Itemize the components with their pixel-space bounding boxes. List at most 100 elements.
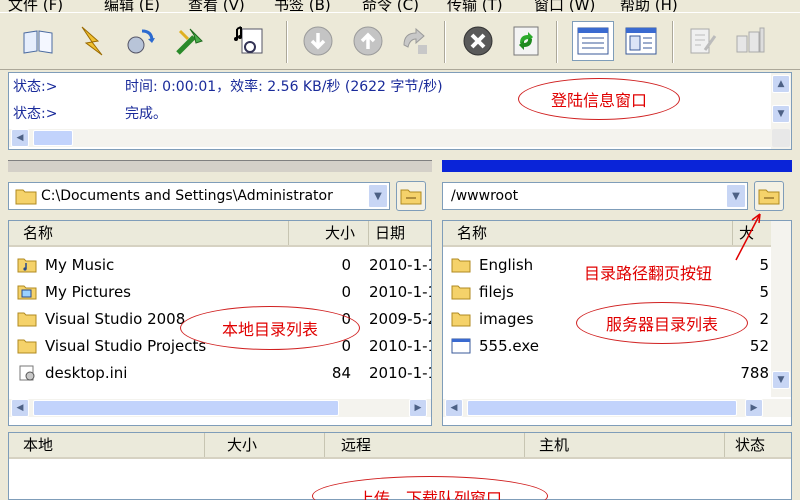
edit-document-icon[interactable] <box>684 23 720 59</box>
settings-file-icon <box>19 365 35 381</box>
chevron-down-icon[interactable]: ▼ <box>368 184 388 208</box>
file-size: 0 <box>341 256 351 274</box>
file-size: 84 <box>331 364 351 382</box>
log-horizontal-scrollbar[interactable]: ◀ <box>9 129 771 147</box>
scroll-thumb[interactable] <box>33 400 339 416</box>
column-header-name[interactable]: 名称 <box>9 221 289 245</box>
disconnect-icon[interactable] <box>172 23 208 59</box>
table-row[interactable]: 788 <box>443 360 791 387</box>
scroll-left-icon[interactable]: ◀ <box>445 399 463 417</box>
stop-icon[interactable] <box>460 23 496 59</box>
local-horizontal-scrollbar[interactable]: ◀ ▶ <box>9 399 431 417</box>
menu-window[interactable]: 窗口 (W) <box>534 0 595 12</box>
toolbar <box>0 12 800 70</box>
file-date: 2009-5-2 <box>369 310 432 328</box>
log-label: 状态:> <box>13 79 58 95</box>
pictures-folder-icon <box>17 285 37 300</box>
column-header-date[interactable]: 日期 <box>369 221 431 245</box>
toolbar-separator <box>672 21 674 63</box>
file-name: My Pictures <box>45 283 131 301</box>
folder-icon <box>15 189 37 205</box>
connect-lightning-icon[interactable] <box>74 23 110 59</box>
scroll-up-icon[interactable]: ▲ <box>772 75 790 93</box>
toolbar-separator <box>556 21 558 63</box>
toolbar-separator <box>286 21 288 63</box>
annotation-local-list: 本地目录列表 <box>180 306 360 350</box>
menu-commands[interactable]: 命令 (C) <box>362 0 419 12</box>
table-row[interactable]: desktop.ini 84 2010-1-1 <box>9 360 431 387</box>
refresh-icon[interactable] <box>508 23 544 59</box>
menu-bar: 文件 (F) 编辑 (E) 查看 (V) 书签 (B) 命令 (C) 传输 (T… <box>0 0 800 12</box>
music-file-icon[interactable] <box>232 23 268 59</box>
folder-icon <box>17 339 37 354</box>
folder-icon <box>451 285 471 300</box>
toggle-remote-view-icon[interactable] <box>620 21 662 61</box>
scroll-thumb[interactable] <box>33 130 73 146</box>
remote-path-text: /wwwroot <box>451 188 519 204</box>
annotation-login-window: 登陆信息窗口 <box>518 78 680 120</box>
log-label: 状态:> <box>13 106 58 122</box>
local-path-text: C:\Documents and Settings\Administrator <box>41 188 333 204</box>
folder-icon <box>400 189 422 205</box>
scroll-down-icon[interactable]: ▼ <box>772 105 790 123</box>
chevron-down-icon[interactable]: ▼ <box>726 184 746 208</box>
open-book-icon[interactable] <box>20 23 56 59</box>
annotation-server-list: 服务器目录列表 <box>576 302 748 344</box>
file-date: 2010-1-1 <box>369 337 432 355</box>
scroll-right-icon[interactable]: ▶ <box>745 399 763 417</box>
local-path-row: C:\Documents and Settings\Administrator … <box>8 178 432 214</box>
scroll-right-icon[interactable]: ▶ <box>409 399 427 417</box>
download-arrow-icon[interactable] <box>300 23 336 59</box>
file-name: desktop.ini <box>45 364 128 382</box>
queue-header: 本地 大小 远程 主机 状态 <box>9 433 791 459</box>
column-header-remote[interactable]: 远程 <box>325 433 525 457</box>
annotation-dir-nav-button: 目录路径翻页按钮 <box>584 264 713 283</box>
column-header-status[interactable]: 状态 <box>725 433 791 457</box>
file-size: 52 <box>749 337 769 355</box>
log-vertical-scrollbar[interactable]: ▲ ▼ <box>771 73 791 149</box>
file-date: 2010-1-1 <box>369 283 432 301</box>
toggle-local-view-icon[interactable] <box>572 21 614 61</box>
folder-icon <box>451 258 471 273</box>
remote-vertical-scrollbar[interactable]: ▼ <box>771 221 791 397</box>
menu-file[interactable]: 文件 (F) <box>8 0 63 12</box>
remote-folder-up-button[interactable] <box>754 181 784 211</box>
file-size: 0 <box>341 283 351 301</box>
menu-edit[interactable]: 编辑 (E) <box>104 0 160 12</box>
column-header-name[interactable]: 名称 <box>443 221 733 245</box>
menu-help[interactable]: 帮助 (H) <box>620 0 678 12</box>
file-name: My Music <box>45 256 115 274</box>
local-folder-up-button[interactable] <box>396 181 426 211</box>
log-line: 状态:> 时间: 0:00:01，效率: 2.56 KB/秒 (2622 字节/秒… <box>13 76 443 96</box>
local-pane-titlebar <box>8 160 432 172</box>
scroll-left-icon[interactable]: ◀ <box>11 129 29 147</box>
column-header-size[interactable]: 大小 <box>289 221 369 245</box>
sync-icon[interactable] <box>396 23 432 59</box>
log-window: 状态:> 时间: 0:00:01，效率: 2.56 KB/秒 (2622 字节/秒… <box>8 72 792 150</box>
exe-file-icon <box>451 338 471 354</box>
folder-icon <box>451 312 471 327</box>
compare-icon[interactable] <box>732 23 768 59</box>
column-header-local[interactable]: 本地 <box>9 433 205 457</box>
table-row[interactable]: My Pictures 0 2010-1-1 <box>9 279 431 306</box>
scroll-down-icon[interactable]: ▼ <box>772 371 790 389</box>
table-row[interactable]: My Music 0 2010-1-1 <box>9 252 431 279</box>
remote-horizontal-scrollbar[interactable]: ◀ ▶ <box>443 399 791 417</box>
scroll-thumb[interactable] <box>467 400 737 416</box>
upload-arrow-icon[interactable] <box>350 23 386 59</box>
toolbar-separator <box>444 21 446 63</box>
column-header-size[interactable]: 大小 <box>205 433 325 457</box>
scroll-left-icon[interactable]: ◀ <box>11 399 29 417</box>
file-date: 2010-1-1 <box>369 256 432 274</box>
menu-view[interactable]: 查看 (V) <box>188 0 245 12</box>
remote-path-combobox[interactable]: /wwwroot ▼ <box>442 182 748 210</box>
music-folder-icon <box>17 258 37 273</box>
file-date: 2010-1-1 <box>369 364 432 382</box>
column-header-host[interactable]: 主机 <box>525 433 725 457</box>
annotation-arrow <box>735 213 761 261</box>
log-text: 时间: 0:00:01，效率: 2.56 KB/秒 (2622 字节/秒) <box>125 79 443 95</box>
menu-transfer[interactable]: 传输 (T) <box>447 0 503 12</box>
menu-bookmarks[interactable]: 书签 (B) <box>274 0 331 12</box>
local-path-combobox[interactable]: C:\Documents and Settings\Administrator … <box>8 182 390 210</box>
reconnect-icon[interactable] <box>122 23 158 59</box>
